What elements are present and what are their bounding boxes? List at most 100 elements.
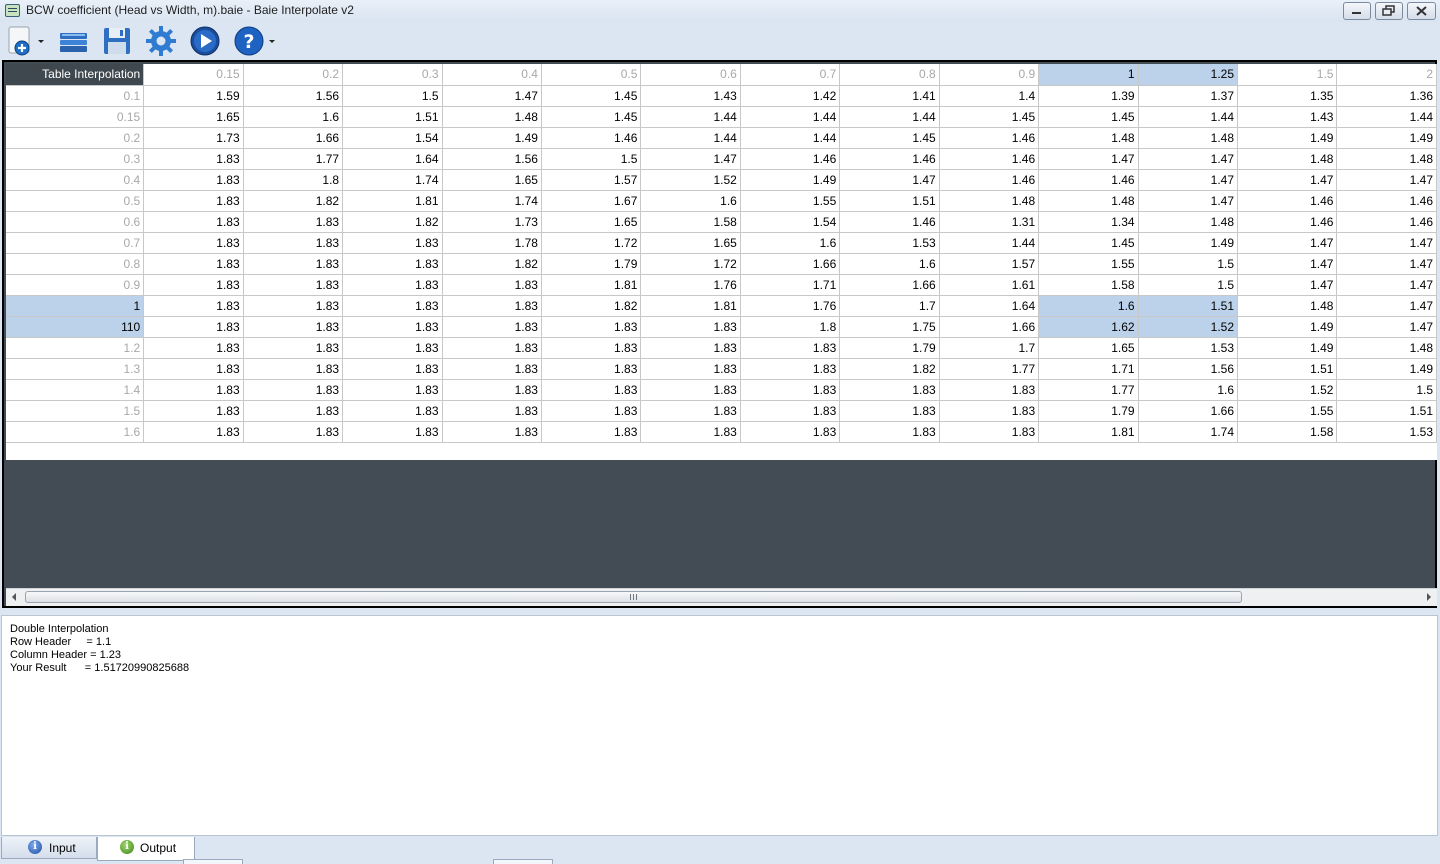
table-cell[interactable]: 1.49 <box>1237 127 1338 149</box>
table-cell[interactable]: 1.49 <box>442 127 542 149</box>
table-cell[interactable]: 1.83 <box>342 358 443 380</box>
table-cell[interactable]: 1.83 <box>740 358 841 380</box>
row-header[interactable]: 0.4 <box>6 169 145 191</box>
table-cell[interactable]: 1.81 <box>541 274 642 296</box>
table-cell[interactable]: 1.65 <box>541 211 642 233</box>
table-cell[interactable]: 1.77 <box>1038 379 1139 401</box>
table-cell[interactable]: 1.77 <box>243 148 344 170</box>
table-cell[interactable]: 1.53 <box>839 232 940 254</box>
table-cell[interactable]: 1.74 <box>1138 421 1239 443</box>
table-cell[interactable]: 1.44 <box>640 127 741 149</box>
table-cell[interactable]: 1.34 <box>1038 211 1139 233</box>
table-cell[interactable]: 1.83 <box>839 421 940 443</box>
table-cell[interactable]: 1.46 <box>1336 190 1437 212</box>
row-header[interactable]: 1 <box>6 295 145 317</box>
table-cell[interactable]: 1.83 <box>839 400 940 422</box>
table-cell[interactable]: 1.83 <box>740 400 841 422</box>
table-cell[interactable]: 1.48 <box>442 106 542 128</box>
table-cell[interactable]: 1.83 <box>939 421 1040 443</box>
table-cell[interactable]: 1.49 <box>1138 232 1239 254</box>
table-cell[interactable]: 1.83 <box>442 400 542 422</box>
table-cell[interactable]: 1.83 <box>541 337 642 359</box>
table-cell[interactable]: 1.66 <box>243 127 344 149</box>
table-cell[interactable]: 1.58 <box>640 211 741 233</box>
table-cell[interactable]: 1.47 <box>1336 232 1437 254</box>
table-cell[interactable]: 1.46 <box>1336 211 1437 233</box>
table-cell[interactable]: 1.47 <box>640 148 741 170</box>
table-cell[interactable]: 1.77 <box>939 358 1040 380</box>
column-header[interactable]: 0.9 <box>939 64 1040 86</box>
table-cell[interactable]: 1.8 <box>243 169 344 191</box>
output-panel[interactable]: Double Interpolation Row Header = 1.1 Co… <box>1 615 1438 836</box>
new-dropdown-icon[interactable] <box>38 40 44 43</box>
table-cell[interactable]: 1.47 <box>1138 169 1239 191</box>
table-cell[interactable]: 1.57 <box>541 169 642 191</box>
table-cell[interactable]: 1.47 <box>1336 253 1437 275</box>
table-cell[interactable]: 1.83 <box>640 421 741 443</box>
table-cell[interactable]: 1.4 <box>939 85 1040 107</box>
table-cell[interactable]: 1.72 <box>541 232 642 254</box>
table-cell[interactable]: 1.83 <box>143 295 244 317</box>
table-cell[interactable]: 1.79 <box>839 337 940 359</box>
table-cell[interactable]: 1.45 <box>541 85 642 107</box>
table-cell[interactable]: 1.83 <box>342 295 443 317</box>
table-cell[interactable]: 1.44 <box>740 127 841 149</box>
table-cell[interactable]: 1.48 <box>1237 295 1338 317</box>
table-cell[interactable]: 1.54 <box>740 211 841 233</box>
table-cell[interactable]: 1.45 <box>1038 232 1139 254</box>
column-header[interactable]: 2 <box>1336 64 1437 86</box>
table-cell[interactable]: 1.46 <box>839 148 940 170</box>
table-cell[interactable]: 1.71 <box>1038 358 1139 380</box>
table-cell[interactable]: 1.49 <box>1336 127 1437 149</box>
row-header[interactable]: 1.6 <box>6 421 145 443</box>
minimize-button[interactable] <box>1343 2 1371 20</box>
horizontal-scrollbar[interactable] <box>6 588 1437 606</box>
table-cell[interactable]: 1.48 <box>1038 190 1139 212</box>
table-cell[interactable]: 1.83 <box>640 337 741 359</box>
table-cell[interactable]: 1.66 <box>939 316 1040 338</box>
table-cell[interactable]: 1.82 <box>342 211 443 233</box>
row-header[interactable]: 110 <box>6 316 145 338</box>
table-cell[interactable]: 1.83 <box>243 211 344 233</box>
table-cell[interactable]: 1.41 <box>839 85 940 107</box>
table-cell[interactable]: 1.83 <box>442 421 542 443</box>
table-cell[interactable]: 1.83 <box>243 400 344 422</box>
table-cell[interactable]: 1.43 <box>1237 106 1338 128</box>
table-cell[interactable]: 1.83 <box>342 421 443 443</box>
table-cell[interactable]: 1.76 <box>740 295 841 317</box>
table-cell[interactable]: 1.83 <box>342 379 443 401</box>
table-cell[interactable]: 1.44 <box>839 106 940 128</box>
table-cell[interactable]: 1.83 <box>143 232 244 254</box>
table-cell[interactable]: 1.73 <box>442 211 542 233</box>
table-cell[interactable]: 1.44 <box>1138 106 1239 128</box>
table-cell[interactable]: 1.51 <box>1336 400 1437 422</box>
table-cell[interactable]: 1.45 <box>839 127 940 149</box>
table-cell[interactable]: 1.83 <box>640 358 741 380</box>
restore-button[interactable] <box>1375 2 1403 20</box>
table-cell[interactable]: 1.55 <box>740 190 841 212</box>
table-cell[interactable]: 1.47 <box>1336 295 1437 317</box>
table-cell[interactable]: 1.83 <box>939 379 1040 401</box>
row-header[interactable]: 0.2 <box>6 127 145 149</box>
table-cell[interactable]: 1.83 <box>442 358 542 380</box>
table-cell[interactable]: 1.46 <box>740 148 841 170</box>
table-cell[interactable]: 1.59 <box>143 85 244 107</box>
table-cell[interactable]: 1.37 <box>1138 85 1239 107</box>
table-cell[interactable]: 1.65 <box>143 106 244 128</box>
table-cell[interactable]: 1.83 <box>640 400 741 422</box>
interpolation-grid[interactable]: Table Interpolation 0.15 0.2 0.3 0.4 0.5 0.6 0.… <box>6 64 1437 460</box>
help-dropdown-icon[interactable] <box>269 40 275 43</box>
settings-button[interactable] <box>145 25 177 57</box>
table-cell[interactable]: 1.82 <box>839 358 940 380</box>
table-cell[interactable]: 1.83 <box>143 169 244 191</box>
table-cell[interactable]: 1.48 <box>1138 127 1239 149</box>
table-cell[interactable]: 1.83 <box>740 421 841 443</box>
close-button[interactable] <box>1407 2 1436 20</box>
table-cell[interactable]: 1.44 <box>740 106 841 128</box>
table-cell[interactable]: 1.6 <box>640 190 741 212</box>
table-cell[interactable]: 1.46 <box>939 127 1040 149</box>
table-cell[interactable]: 1.83 <box>442 337 542 359</box>
table-cell[interactable]: 1.64 <box>939 295 1040 317</box>
run-button[interactable] <box>189 25 221 57</box>
table-cell[interactable]: 1.48 <box>1336 337 1437 359</box>
